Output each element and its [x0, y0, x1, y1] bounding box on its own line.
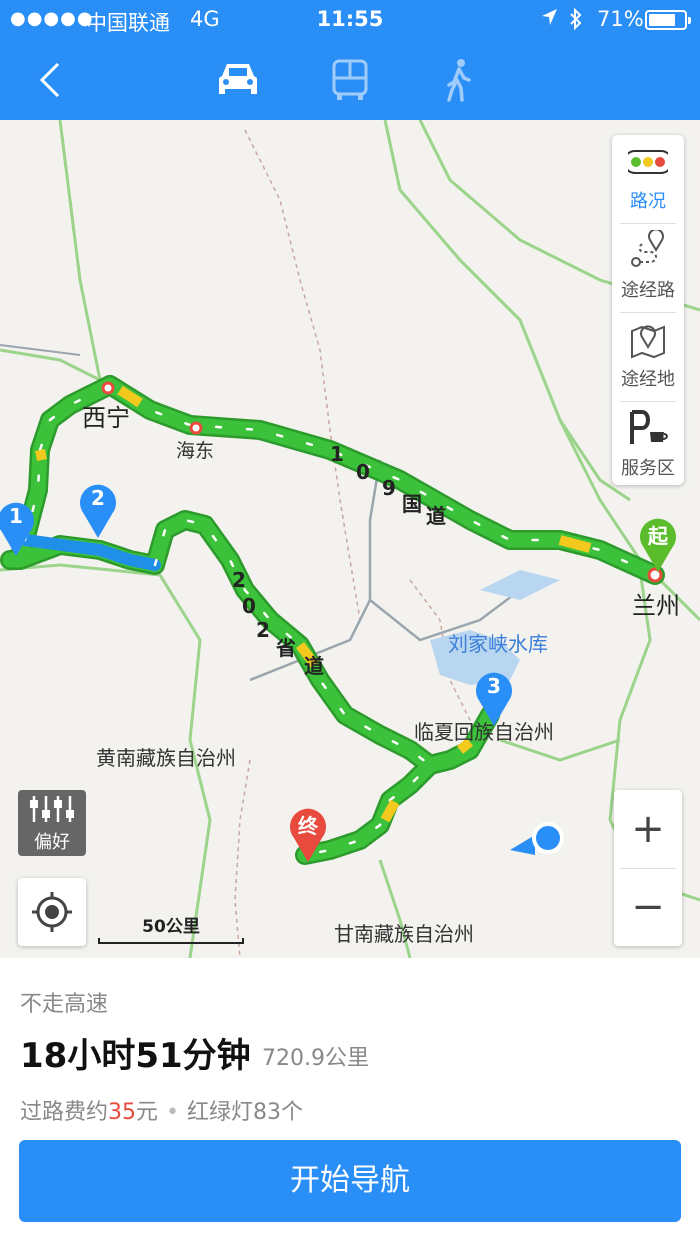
via-place-icon [631, 325, 665, 359]
waypoint-pin-2[interactable]: 2 [76, 480, 120, 540]
scale-bar [98, 938, 244, 944]
clock: 11:55 [316, 7, 384, 31]
walk-icon [447, 59, 471, 102]
region-label-huangnan: 黄南藏族自治州 [96, 746, 236, 770]
waypoint-number: 2 [91, 486, 105, 510]
end-pin-label: 终 [298, 814, 318, 838]
zoom-in-button[interactable]: + [614, 790, 682, 868]
service-area-button[interactable]: 服务区 [612, 402, 684, 490]
service-area-label: 服务区 [621, 458, 675, 479]
road-label-char: 1 [330, 442, 344, 466]
car-icon [219, 64, 257, 94]
separator-dot: • [166, 1100, 180, 1125]
start-pin-label: 起 [648, 524, 668, 548]
via-road-button[interactable]: 途经路 [612, 224, 684, 312]
waypoint-number: 1 [9, 504, 23, 528]
road-label-char: 2 [232, 568, 246, 592]
start-navigation-button[interactable]: 开始导航 [19, 1140, 681, 1222]
back-button[interactable] [30, 52, 74, 108]
road-label-char: 0 [356, 460, 370, 484]
preference-label: 偏好 [34, 832, 70, 853]
car-mode-tab[interactable] [213, 58, 263, 102]
road-label-char: 道 [426, 504, 446, 528]
route-preference-tag: 不走高速 [20, 992, 109, 1017]
traffic-light-icon [628, 150, 668, 174]
chevron-left-icon [39, 62, 60, 98]
scale-label: 50公里 [142, 917, 200, 937]
city-label-lanzhou: 兰州 [632, 592, 680, 620]
toll-prefix: 过路费约 [20, 1100, 109, 1125]
crosshair-icon [32, 892, 72, 932]
via-place-label: 途经地 [621, 369, 675, 390]
battery-percent: 71% [597, 7, 644, 31]
preference-button[interactable]: 偏好 [18, 790, 86, 856]
zoom-controls: + − [614, 790, 682, 946]
top-header: ●●●●● 中国联通 4G 11:55 71% [0, 0, 700, 120]
region-label-gannan: 甘南藏族自治州 [334, 922, 474, 946]
nav-bar [0, 40, 700, 120]
via-road-icon [631, 230, 664, 267]
route-extra-info: 过路费约35元 • 红绿灯83个 [20, 1094, 303, 1126]
status-bar: ●●●●● 中国联通 4G 11:55 71% [0, 0, 700, 40]
bluetooth-icon [568, 7, 584, 36]
start-pin[interactable]: 起 [636, 514, 680, 574]
bus-icon [332, 59, 368, 100]
lake-label: 刘家峡水库 [448, 632, 548, 656]
waypoint-pin-1[interactable]: 1 [0, 498, 38, 558]
location-arrow-icon [540, 7, 558, 32]
road-label-char: 省 [276, 636, 296, 660]
traffic-label: 路况 [630, 191, 666, 212]
route-summary-panel: 不走高速 18小时51分钟 720.9公里 过路费约35元 • 红绿灯83个 开始导… [0, 958, 700, 1245]
road-label-char: 0 [242, 594, 256, 618]
walk-mode-tab[interactable] [435, 58, 485, 102]
road-label-char: 2 [256, 618, 270, 642]
route-distance: 720.9公里 [262, 1046, 369, 1071]
zoom-out-button[interactable]: − [614, 868, 682, 946]
service-area-icon [630, 410, 668, 444]
route-duration: 18小时51分钟 [20, 1036, 251, 1076]
waypoint-pin-3[interactable]: 3 [472, 668, 516, 728]
battery-icon [645, 10, 691, 30]
city-label-xining: 西宁 [82, 404, 130, 432]
waypoint-number: 3 [487, 674, 501, 698]
end-pin[interactable]: 终 [286, 804, 330, 864]
via-road-label: 途经路 [621, 280, 675, 301]
toll-unit: 元 [136, 1100, 159, 1125]
road-label-char: 国 [402, 492, 422, 516]
map-view[interactable]: 西宁 海东 兰州 刘家峡水库 黄南藏族自治州 临夏回族自治州 甘南藏族自治州 1… [0, 120, 700, 958]
city-label-haidong: 海东 [176, 440, 215, 462]
via-place-button[interactable]: 途经地 [612, 313, 684, 401]
traffic-toggle[interactable]: 路况 [612, 135, 684, 223]
road-label-char: 9 [382, 476, 396, 500]
map-scale: 50公里 [98, 912, 244, 946]
traffic-lights-count: 红绿灯83个 [187, 1100, 304, 1125]
map-tools-panel: 路况 途经路 途经地 服务区 [612, 135, 684, 485]
bus-mode-tab[interactable] [325, 58, 375, 102]
toll-amount: 35 [108, 1100, 137, 1125]
road-label-char: 道 [304, 654, 324, 678]
equalizer-icon [30, 796, 74, 822]
locate-button[interactable] [18, 878, 86, 946]
